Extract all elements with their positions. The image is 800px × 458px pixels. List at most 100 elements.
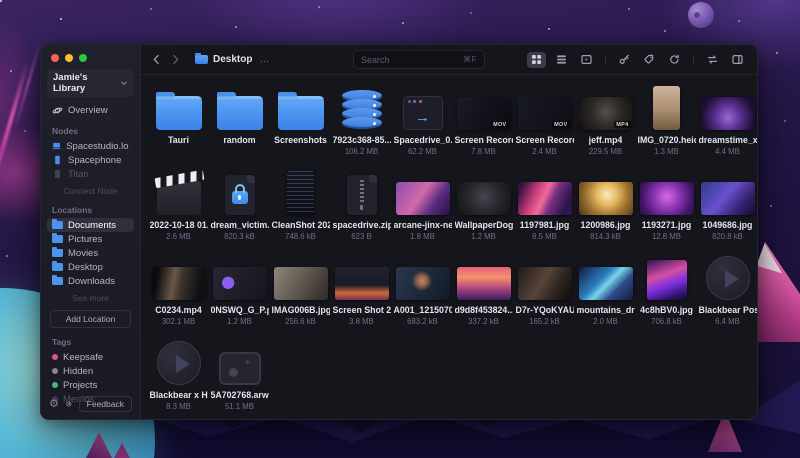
- file-name: IMG_0720.heic: [637, 135, 696, 145]
- file-item[interactable]: C0234.mp4 302.1 MB: [148, 251, 209, 336]
- image-thumbnail: [700, 97, 755, 130]
- sort-order-button[interactable]: [703, 52, 722, 68]
- sidebar-tag-hidden[interactable]: Hidden: [47, 364, 134, 378]
- file-name: Screen Shot 2...: [332, 305, 391, 315]
- file-item[interactable]: 1197981.jpg 6.5 MB: [514, 166, 575, 251]
- file-item[interactable]: d9d8f453824... 337.2 kB: [453, 251, 514, 336]
- sidebar-item-overview[interactable]: Overview: [47, 103, 134, 117]
- toolbar: Desktop … Search ⌘F: [141, 45, 757, 75]
- file-thumbnail: [700, 166, 755, 215]
- file-item[interactable]: MOV Screen Recordi... 2.4 MB: [514, 81, 575, 166]
- file-item[interactable]: Tauri: [148, 81, 209, 166]
- file-item[interactable]: dream_victim... 820.3 kB: [209, 166, 270, 251]
- search-shortcut-hint: ⌘F: [463, 55, 477, 64]
- file-item[interactable]: 0NSWQ_G_P.p... 1.2 MB: [209, 251, 270, 336]
- file-name: Tauri: [168, 135, 189, 145]
- file-thumbnail: [578, 166, 633, 215]
- file-item[interactable]: dreamstime_x... 4.4 MB: [697, 81, 757, 166]
- file-name: 1200986.jpg: [580, 220, 631, 230]
- sidebar-node-spacephone[interactable]: Spacephone: [47, 153, 134, 167]
- file-item[interactable]: 5A702768.arw 51.1 MB: [209, 336, 270, 419]
- file-item[interactable]: IMAG006B.jpg 256.6 kB: [270, 251, 331, 336]
- key-manager-button[interactable]: [615, 52, 634, 68]
- image-thumbnail: [653, 86, 680, 130]
- list-view-button[interactable]: [552, 52, 571, 68]
- path-options-button[interactable]: …: [259, 54, 269, 65]
- search-input[interactable]: Search ⌘F: [353, 50, 485, 69]
- file-item[interactable]: WallpaperDog-... 1.2 MB: [453, 166, 514, 251]
- sidebar-location-movies[interactable]: Movies: [47, 246, 134, 260]
- image-thumbnail: [578, 267, 633, 300]
- spacedrop-icon[interactable]: [66, 398, 72, 410]
- file-name: mountains_dri...: [576, 305, 635, 315]
- inspector-toggle-button[interactable]: [728, 52, 747, 68]
- tag-dot-icon: [52, 382, 58, 388]
- installer-icon: →: [402, 96, 443, 130]
- grid-view-icon: [532, 55, 541, 64]
- file-item[interactable]: spacedrive.zip 623 B: [331, 166, 392, 251]
- file-thumbnail: [218, 336, 261, 385]
- file-item[interactable]: MP4 jeff.mp4 229.5 MB: [575, 81, 636, 166]
- file-item[interactable]: Screenshots: [270, 81, 331, 166]
- library-name: Jamie's Library: [53, 72, 88, 94]
- feedback-button[interactable]: Feedback: [78, 396, 132, 412]
- file-item[interactable]: 7923c368-85... 106.2 MB: [331, 81, 392, 166]
- sidebar: Jamie's Library Overview Nodes Spacestud…: [41, 45, 141, 419]
- file-item[interactable]: mountains_dri... 2.0 MB: [575, 251, 636, 336]
- server-icon: [55, 169, 60, 179]
- file-item[interactable]: Blackbear x Ho... 8.3 MB: [148, 336, 209, 419]
- refresh-button[interactable]: [665, 52, 684, 68]
- file-item[interactable]: 1193271.jpg 12.8 MB: [636, 166, 697, 251]
- file-item[interactable]: 2022-10-18 01... 2.6 MB: [148, 166, 209, 251]
- grid-view-button[interactable]: [527, 51, 546, 68]
- breadcrumb[interactable]: Desktop …: [195, 53, 269, 65]
- file-thumbnail: [273, 251, 328, 300]
- window-dots: [407, 100, 422, 103]
- file-item[interactable]: Blackbear Post... 6.4 MB: [697, 251, 757, 336]
- file-item[interactable]: CleanShot 202... 748.6 kB: [270, 166, 331, 251]
- file-size: 302.1 MB: [161, 317, 196, 326]
- file-item[interactable]: A001_1215070... 683.2 kB: [392, 251, 453, 336]
- sidebar-tag-keepsafe[interactable]: Keepsafe: [47, 350, 134, 364]
- file-item[interactable]: MOV Screen Recordi... 7.8 MB: [453, 81, 514, 166]
- close-button[interactable]: [51, 54, 59, 62]
- file-thumbnail: MOV: [456, 81, 511, 130]
- file-item[interactable]: random: [209, 81, 270, 166]
- back-button[interactable]: [151, 54, 162, 65]
- sidebar-location-downloads[interactable]: Downloads: [47, 274, 134, 288]
- file-item[interactable]: arcane-jinx-ne... 1.8 MB: [392, 166, 453, 251]
- media-view-icon: [581, 55, 592, 65]
- forward-button[interactable]: [170, 54, 181, 65]
- file-item[interactable]: 1200986.jpg 814.3 kB: [575, 166, 636, 251]
- settings-gear-icon[interactable]: ⚙: [49, 398, 59, 410]
- media-view-button[interactable]: [577, 52, 596, 68]
- file-item[interactable]: 1049686.jpg 820.8 kB: [697, 166, 757, 251]
- add-location-button[interactable]: Add Location: [50, 310, 131, 328]
- file-item[interactable]: IMG_0720.heic 1.3 MB: [636, 81, 697, 166]
- sidebar-node-titan[interactable]: Titan: [47, 167, 134, 181]
- see-more-button[interactable]: See more: [41, 293, 140, 303]
- database-icon: [341, 90, 382, 130]
- connect-node-button[interactable]: Connect Node: [41, 186, 140, 196]
- sidebar-location-desktop[interactable]: Desktop: [47, 260, 134, 274]
- file-thumbnail: [705, 251, 750, 300]
- sidebar-location-documents[interactable]: Documents: [47, 218, 134, 232]
- file-item[interactable]: Screen Shot 2... 3.8 MB: [331, 251, 392, 336]
- chevron-right-icon: [173, 54, 179, 65]
- dot: [418, 100, 422, 103]
- file-item[interactable]: → Spacedrive_0.1... 62.2 MB: [392, 81, 453, 166]
- file-name: Screenshots: [274, 135, 327, 145]
- nebula-streak: [0, 60, 30, 221]
- file-name: Screen Recordi...: [515, 135, 574, 145]
- sidebar-location-pictures[interactable]: Pictures: [47, 232, 134, 246]
- minimize-button[interactable]: [65, 54, 73, 62]
- toolbar-divider: [693, 53, 694, 66]
- library-switcher[interactable]: Jamie's Library: [47, 69, 134, 97]
- sidebar-node-spacestudio[interactable]: Spacestudio.loc...: [47, 139, 134, 153]
- zoom-button[interactable]: [79, 54, 87, 62]
- tag-assign-button[interactable]: [640, 52, 659, 68]
- database-disc: [341, 117, 382, 129]
- file-item[interactable]: D7r-YQoKYAUt... 165.2 kB: [514, 251, 575, 336]
- file-item[interactable]: 4c8hBV0.jpg 706.8 kB: [636, 251, 697, 336]
- folder-icon: [52, 247, 63, 257]
